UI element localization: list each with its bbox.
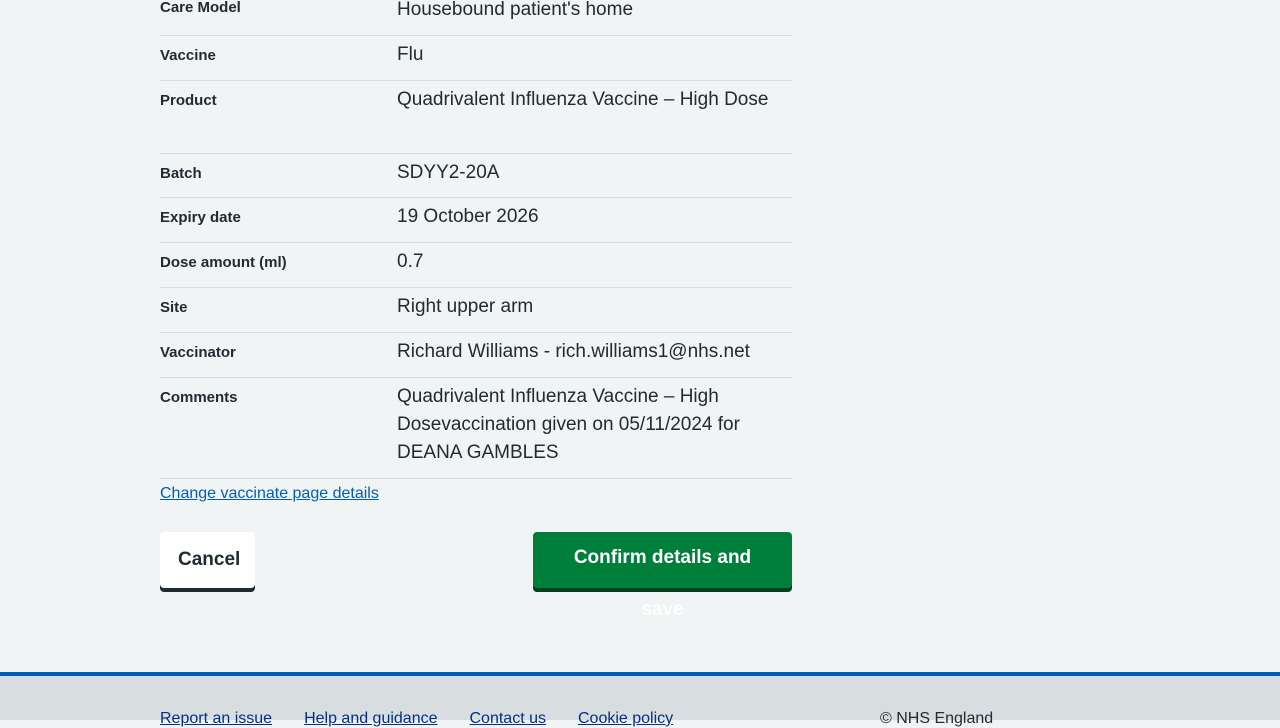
- summary-row-vaccine: Vaccine Flu: [160, 36, 792, 81]
- summary-value: Right upper arm: [397, 296, 534, 317]
- summary-key: Vaccinator: [160, 344, 236, 361]
- footer-copyright: © NHS England: [880, 710, 994, 727]
- footer-link-help-guidance[interactable]: Help and guidance: [304, 710, 437, 728]
- summary-value: Flu: [397, 44, 424, 65]
- summary-key: Product: [160, 92, 217, 109]
- change-vaccinate-details-link[interactable]: Change vaccinate page details: [160, 485, 379, 503]
- footer-links: Report an issue Help and guidance Contac…: [160, 710, 673, 728]
- summary-row-dose-amount: Dose amount (ml) 0.7: [160, 243, 792, 288]
- summary-value: Housebound patient's home: [397, 0, 634, 20]
- summary-row-product: Product Quadrivalent Influenza Vaccine –…: [160, 81, 792, 154]
- summary-key: Expiry date: [160, 209, 241, 226]
- page-footer: Report an issue Help and guidance Contac…: [0, 672, 1280, 727]
- summary-row-comments: Comments Quadrivalent Influenza Vaccine …: [160, 378, 792, 479]
- summary-value: Quadrivalent Influenza Vaccine – High Do…: [397, 386, 740, 463]
- summary-key: Dose amount (ml): [160, 254, 287, 271]
- summary-row-vaccinator: Vaccinator Richard Williams - rich.willi…: [160, 333, 792, 378]
- summary-value: 19 October 2026: [397, 206, 539, 227]
- footer-link-cookie-policy[interactable]: Cookie policy: [578, 710, 673, 728]
- summary-key: Comments: [160, 389, 238, 406]
- summary-key: Care Model: [160, 0, 241, 16]
- summary-row-care-model: Care Model Housebound patient's home: [160, 0, 792, 36]
- summary-value: Quadrivalent Influenza Vaccine – High Do…: [397, 89, 769, 110]
- vaccination-summary-list: Care Model Housebound patient's home Vac…: [160, 0, 792, 479]
- summary-key: Vaccine: [160, 47, 216, 64]
- summary-key: Batch: [160, 165, 202, 182]
- summary-value: Richard Williams - rich.williams1@nhs.ne…: [397, 341, 750, 362]
- footer-link-report-issue[interactable]: Report an issue: [160, 710, 272, 728]
- cancel-button[interactable]: Cancel: [160, 532, 255, 588]
- summary-row-site: Site Right upper arm: [160, 288, 792, 333]
- summary-key: Site: [160, 299, 188, 316]
- summary-row-expiry-date: Expiry date 19 October 2026: [160, 198, 792, 243]
- confirm-and-save-button[interactable]: Confirm details and save: [533, 532, 792, 620]
- summary-value: 0.7: [397, 251, 424, 272]
- footer-link-contact-us[interactable]: Contact us: [470, 710, 546, 728]
- summary-row-batch: Batch SDYY2-20A: [160, 154, 792, 198]
- summary-value: SDYY2-20A: [397, 162, 500, 183]
